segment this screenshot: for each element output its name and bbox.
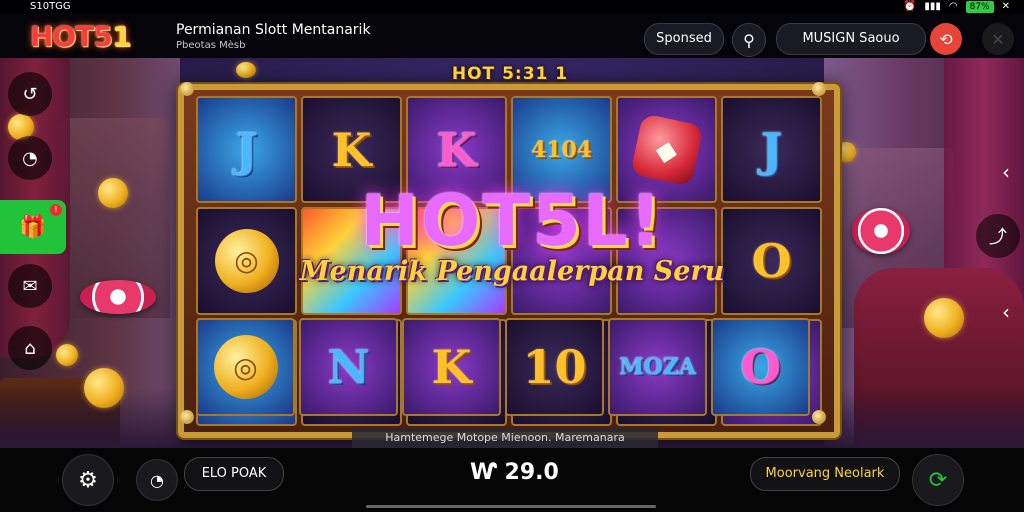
chat-bubble-icon[interactable]: ◔ [136, 459, 178, 501]
chevron-left-icon[interactable]: ‹ [1002, 300, 1010, 324]
spin-icon[interactable]: ◔ [8, 136, 52, 180]
signal-icon: ▮▮▮ [924, 1, 941, 12]
chevron-left-icon[interactable]: ‹ [1002, 160, 1010, 184]
casino-chip [80, 280, 156, 314]
balance-display: Ⱳ 29.0 [470, 460, 559, 485]
casino-chip [852, 208, 910, 254]
news-ticker: Hamtemege Motope Mienoon. Maremanara [352, 428, 658, 448]
notification-badge: ! [50, 204, 62, 216]
page-title: Permianan Slott Mentanarik [176, 22, 371, 38]
promo-button[interactable]: MUSIGN Saouo [776, 23, 926, 55]
coin-icon: ◎ [213, 335, 278, 399]
alarm-icon: ⏰ [903, 1, 917, 12]
reel-symbol [406, 207, 507, 315]
top-bar: HOT51 Permianan Slott Mentanarik Pbeotas… [0, 14, 1024, 58]
app-logo[interactable]: HOT51 [30, 20, 131, 53]
mode-button[interactable]: ELO POAK [184, 457, 284, 491]
title-block: Permianan Slott Mentanarik Pbeotas Mèsb [176, 22, 371, 51]
status-bar: S10TGG ⏰ ▮▮▮ ◠ 87% ✕ [0, 0, 1024, 14]
reel-symbol [511, 207, 612, 315]
share-icon[interactable]: ⤴ [976, 214, 1020, 258]
reel-symbol: K [301, 96, 402, 204]
reel-symbol: O [711, 318, 810, 416]
reel-symbol [301, 207, 402, 315]
reel-symbol: MOZA [608, 318, 707, 416]
refresh-icon[interactable]: ⟲ [930, 23, 962, 55]
search-icon[interactable]: ⚲ [732, 23, 766, 57]
reel-symbol: ◆ [616, 96, 717, 204]
reel-symbol: N [299, 318, 398, 416]
sponsor-button[interactable]: Sponsed [644, 23, 724, 55]
home-icon[interactable]: ⌂ [8, 326, 52, 370]
coin-icon: ◎ [214, 228, 279, 293]
page-subtitle: Pbeotas Mèsb [176, 40, 246, 51]
settings-gear-icon[interactable]: ⚙ [62, 454, 114, 506]
reel-symbol: 4104 [511, 96, 612, 204]
gem-icon: ◆ [629, 112, 704, 187]
reel-symbol: K [406, 96, 507, 204]
reel-symbol: ◎ [196, 318, 295, 416]
autoplay-icon[interactable]: ⟳ [912, 454, 964, 506]
battery-indicator: 87% [965, 1, 994, 13]
reel-row-bottom: ◎ N K 10 MOZA O [196, 318, 810, 416]
home-indicator [366, 505, 656, 508]
close-icon[interactable]: ✕ [982, 23, 1014, 55]
flying-coin [84, 368, 124, 408]
reel-symbol [616, 207, 717, 315]
status-time: S10TGG [30, 1, 71, 12]
close-icon[interactable]: ✕ [1002, 0, 1010, 14]
gift-button[interactable]: 🎁 ! [0, 200, 66, 254]
gift-icon: 🎁 [19, 214, 47, 240]
flying-coin [56, 344, 78, 366]
bottom-bar: ⚙ ◔ ELO POAK Ⱳ 29.0 Moorvang Neolark ⟳ [0, 448, 1024, 512]
frame-bolt [812, 82, 826, 96]
frame-title: HOT 5:31 1 [451, 64, 569, 84]
wifi-icon: ◠ [948, 1, 958, 12]
reel-symbol: J [196, 96, 297, 204]
reel-symbol: K [402, 318, 501, 416]
reel-symbol: J [721, 96, 822, 204]
flying-coin [236, 62, 256, 78]
flying-coin [924, 298, 964, 338]
flying-coin [98, 178, 128, 208]
reel-symbol: ◎ [196, 207, 297, 315]
frame-bolt [812, 410, 826, 424]
frame-bolt [180, 82, 194, 96]
reel-symbol: O [721, 207, 822, 315]
reel-symbol: 10 [505, 318, 604, 416]
frame-bolt [180, 410, 194, 424]
chat-icon[interactable]: ✉ [8, 264, 52, 308]
action-button[interactable]: Moorvang Neolark [750, 457, 900, 491]
history-icon[interactable]: ↺ [8, 72, 52, 116]
